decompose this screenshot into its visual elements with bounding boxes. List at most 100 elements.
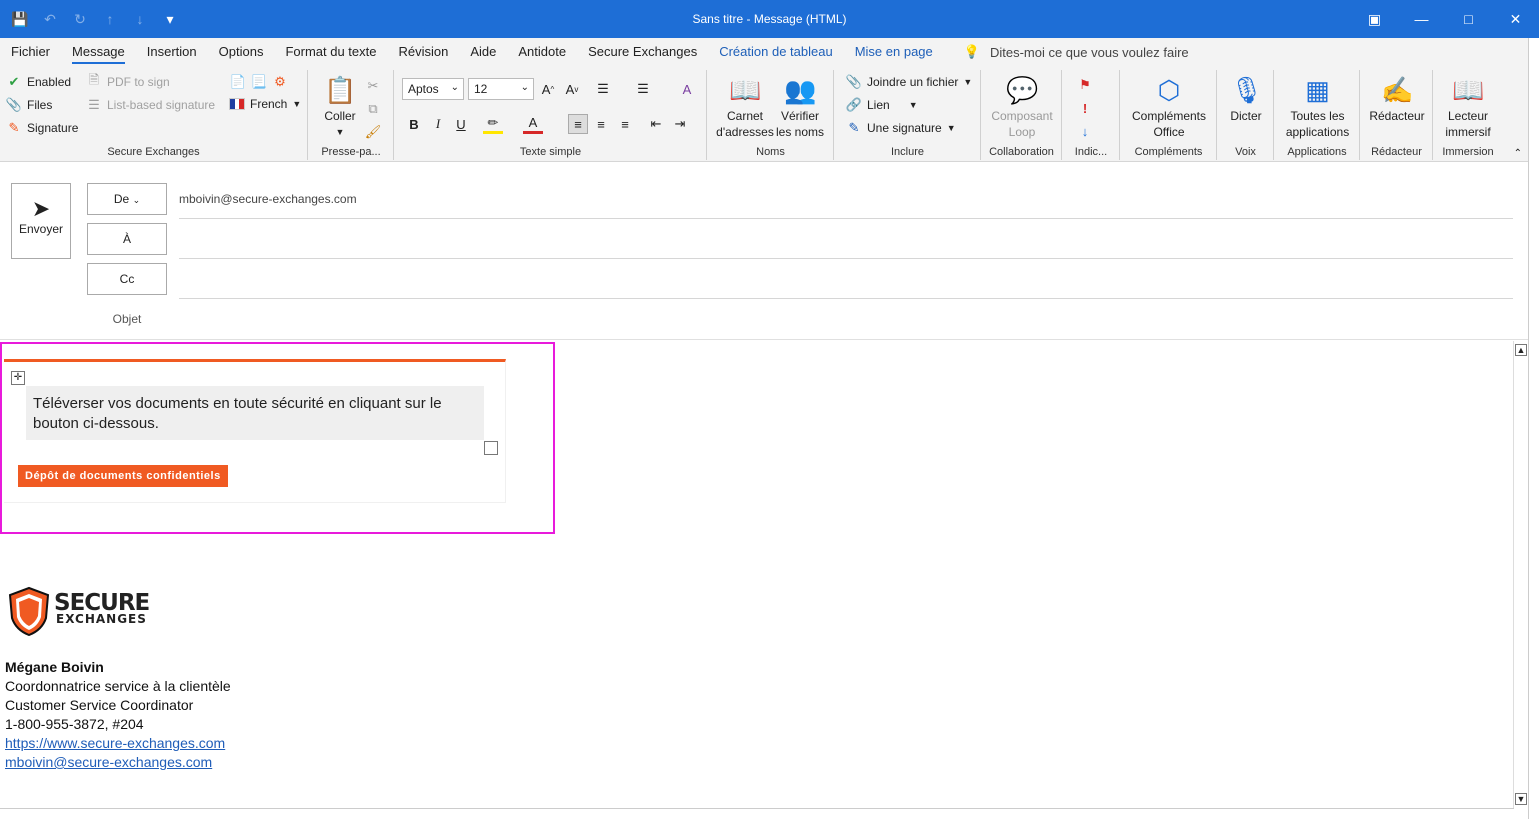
tab-aide[interactable]: Aide (459, 38, 507, 66)
horizontal-scrollbar[interactable] (0, 808, 1514, 819)
editor-button[interactable]: ✍ Rédacteur (1365, 74, 1429, 124)
to-button[interactable]: À (87, 223, 167, 255)
minimize-button[interactable]: — (1398, 0, 1445, 38)
to-field[interactable] (179, 258, 1513, 259)
underline-icon[interactable]: U (451, 114, 471, 134)
cc-button[interactable]: Cc (87, 263, 167, 295)
dictate-button[interactable]: 🎙 Dicter (1222, 74, 1270, 124)
tab-insertion[interactable]: Insertion (136, 38, 208, 66)
addins-icon: ⬡ (1157, 75, 1181, 105)
clear-formatting-icon[interactable]: A (677, 79, 697, 99)
office-addins-button[interactable]: ⬡ Compléments Office (1125, 74, 1213, 140)
loop-icon: 💬 (1006, 75, 1039, 105)
tell-me-search[interactable]: 💡 Dites-moi ce que vous voulez faire (964, 44, 1189, 60)
increase-indent-icon[interactable]: ⇥ (670, 114, 690, 134)
from-button[interactable]: De ⌄ (87, 183, 167, 215)
check-names-label: Vérifier les noms (775, 109, 825, 139)
flag-icon[interactable]: ⚑ (1075, 75, 1095, 95)
language-dropdown[interactable]: French ▼ (229, 97, 301, 111)
compose-header: ➤ Envoyer De ⌄ mboivin@secure-exchanges.… (0, 163, 1528, 340)
send-label: Envoyer (18, 222, 64, 236)
templates-icons[interactable]: 📄 📃 ⚙ (230, 74, 288, 90)
group-voice: 🎙 Dicter Voix (1218, 70, 1274, 160)
tab-revision[interactable]: Révision (388, 38, 460, 66)
upload-instructions[interactable]: Téléverser vos documents en toute sécuri… (26, 386, 484, 440)
table-resize-handle[interactable] (484, 441, 498, 455)
editor-label: Rédacteur (1369, 109, 1425, 123)
tab-mise-en-page[interactable]: Mise en page (844, 38, 944, 66)
link-button[interactable]: 🔗 Lien ▼ (846, 97, 918, 113)
editor-pen-icon: ✍ (1381, 75, 1414, 105)
maximize-button[interactable]: □ (1445, 0, 1492, 38)
enabled-button[interactable]: ✔ Enabled (6, 74, 72, 90)
pdf-to-sign-button[interactable]: 🗎 PDF to sign (86, 72, 170, 90)
vertical-scrollbar[interactable]: ▲ ▼ (1513, 341, 1528, 808)
cut-icon[interactable]: ✂ (363, 76, 383, 96)
group-label-voice: Voix (1235, 146, 1256, 158)
tab-options[interactable]: Options (208, 38, 275, 66)
immersive-reader-button[interactable]: 📖 Lecteur immersif (1436, 74, 1500, 140)
tab-fichier[interactable]: Fichier (0, 38, 61, 66)
tab-creation-de-tableau[interactable]: Création de tableau (708, 38, 843, 66)
chevron-down-icon: ⌄ (520, 82, 529, 93)
group-basic-text: Aptos ⌄ 12 ⌄ A ^ Av ☰ ☰ A B I U ✏ A ≡ ≡ ≡… (395, 70, 707, 160)
send-icon: ➤ (31, 196, 51, 221)
table-move-handle-icon[interactable]: ✛ (11, 371, 25, 385)
align-center-icon[interactable]: ≡ (591, 114, 611, 134)
decrease-indent-icon[interactable]: ⇤ (646, 114, 666, 134)
group-clipboard: 📋 Coller ▼ ✂ ⧉ 🖌 Presse-pa... (309, 70, 394, 160)
high-importance-icon[interactable]: ! (1075, 98, 1095, 118)
signature-dropdown[interactable]: ✎ Une signature ▼ (846, 120, 956, 136)
chevron-down-icon: ⌄ (132, 195, 141, 205)
ribbon-display-options-icon[interactable]: ▣ (1351, 0, 1398, 38)
bold-icon[interactable]: B (404, 114, 424, 134)
send-button[interactable]: ➤ Envoyer (11, 183, 71, 259)
tab-format-du-texte[interactable]: Format du texte (274, 38, 387, 66)
low-importance-icon[interactable]: ↓ (1075, 121, 1095, 141)
collapse-ribbon-icon[interactable]: ⌃ (1514, 148, 1522, 159)
bullets-icon[interactable]: ☰ (593, 79, 613, 99)
group-label-addins: Compléments (1134, 146, 1203, 158)
italic-icon[interactable]: I (428, 114, 448, 134)
format-painter-icon[interactable]: 🖌 (363, 122, 383, 142)
cc-field[interactable] (179, 298, 1513, 299)
window-title: Sans titre - Message (HTML) (692, 12, 847, 26)
group-secure-exchanges: ✔ Enabled 📎 Files ✎ Signature 🗎 PDF to s… (0, 70, 308, 160)
copy-icon[interactable]: ⧉ (363, 99, 383, 119)
highlight-icon[interactable]: ✏ (483, 114, 503, 134)
french-flag-icon (229, 98, 245, 110)
signature-button[interactable]: ✎ Signature (6, 120, 79, 136)
sig-email-link[interactable]: mboivin@secure-exchanges.com (5, 754, 212, 770)
immersive-reader-icon: 📖 (1452, 75, 1485, 105)
scroll-down-icon[interactable]: ▼ (1515, 793, 1527, 805)
loop-component-button[interactable]: 💬 Composant Loop (986, 74, 1058, 140)
pen-icon: ✎ (8, 120, 20, 135)
check-names-button[interactable]: 👥 Vérifier les noms (774, 74, 826, 140)
font-color-icon[interactable]: A (523, 114, 543, 134)
files-button[interactable]: 📎 Files (6, 97, 52, 113)
tab-secure-exchanges[interactable]: Secure Exchanges (577, 38, 708, 66)
grow-font-icon[interactable]: A ^ (538, 79, 558, 99)
scroll-up-icon[interactable]: ▲ (1515, 344, 1527, 356)
numbering-icon[interactable]: ☰ (633, 79, 653, 99)
address-book-button[interactable]: 📖 Carnet d'adresses (714, 74, 776, 140)
chevron-down-icon: ▼ (963, 77, 973, 87)
paste-button[interactable]: 📋 Coller ▼ (319, 74, 361, 140)
all-apps-label: Toutes les applications (1285, 109, 1350, 139)
font-name-select[interactable]: Aptos ⌄ (402, 78, 464, 100)
tab-message[interactable]: Message (61, 38, 136, 66)
microphone-icon: 🎙 (1230, 75, 1264, 105)
font-size-select[interactable]: 12 ⌄ (468, 78, 534, 100)
shrink-font-icon[interactable]: Av (562, 79, 582, 99)
group-label-include: Inclure (890, 146, 925, 158)
group-label-editor: Rédacteur (1371, 146, 1422, 158)
align-left-icon[interactable]: ≡ (568, 114, 588, 134)
list-based-signature-button[interactable]: ☰ List-based signature (86, 97, 215, 113)
all-apps-button[interactable]: ▦ Toutes les applications (1279, 74, 1356, 140)
attach-file-button[interactable]: 📎 Joindre un fichier ▼ (846, 74, 972, 90)
sig-website-link[interactable]: https://www.secure-exchanges.com (5, 735, 225, 751)
close-button[interactable]: ✕ (1492, 0, 1539, 38)
tab-antidote[interactable]: Antidote (507, 38, 577, 66)
confidential-documents-button[interactable]: Dépôt de documents confidentiels (18, 465, 228, 487)
align-right-icon[interactable]: ≡ (615, 114, 635, 134)
